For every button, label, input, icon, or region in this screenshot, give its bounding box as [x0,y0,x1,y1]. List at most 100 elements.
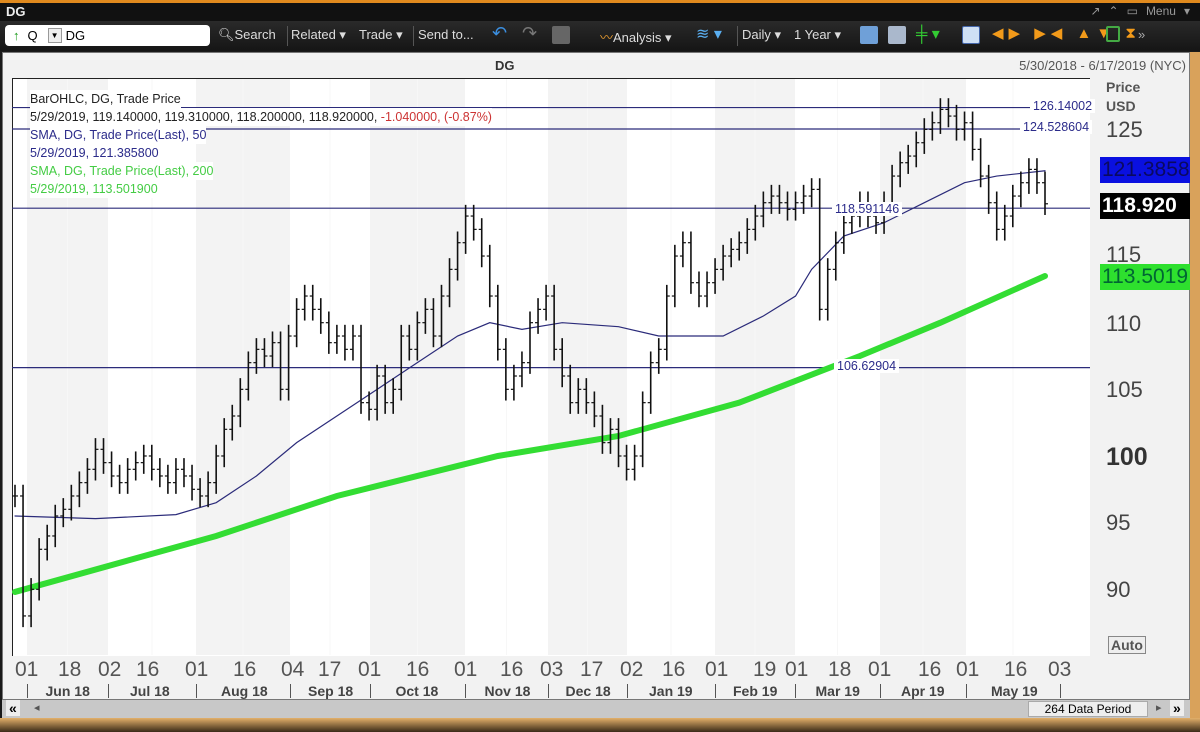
compare-chart-icon[interactable] [888,26,906,44]
date-range: 5/30/2018 - 6/17/2019 (NYC) [1019,58,1186,73]
arrow-up-icon: ↑ [13,28,20,43]
toolbar: ↑ Q ▼ DG 🔍︎Search Related ▾ Trade ▾ Send… [0,21,1200,51]
menu-button[interactable]: Menu [1146,4,1176,18]
ticker-dropdown[interactable]: ▼ [47,28,62,43]
month-separator [370,684,371,698]
auto-scale-button[interactable]: Auto [1108,636,1146,654]
legend-sma50-value: 5/29/2019, 121.385800 [30,144,159,162]
y-tick: 95 [1106,510,1131,535]
month-separator [465,684,466,698]
month-separator [795,684,796,698]
month-separator [196,684,197,698]
x-tick-day: 01 [358,658,382,681]
window-title: DG [6,4,26,19]
x-tick-month: Jan 19 [649,683,693,699]
scroll-start-button[interactable]: « [6,700,20,716]
select-icon[interactable] [1106,26,1120,42]
x-tick-day: 01 [705,658,729,681]
zoom-box-icon[interactable] [962,26,980,44]
x-tick-day: 01 [185,658,209,681]
collapse-icon[interactable]: ⌃ [1109,4,1119,18]
x-tick-day: 03 [540,658,564,681]
search-button[interactable]: 🔍︎Search [218,27,276,43]
x-tick-day: 18 [828,658,852,681]
month-separator [1060,684,1061,698]
x-tick-month: May 19 [991,683,1038,699]
month-separator [966,684,967,698]
x-tick-day: 01 [454,658,478,681]
chevron-down-icon[interactable]: ▾ [1184,4,1190,18]
x-tick-month: Mar 19 [815,683,860,699]
x-tick-day: 03 [1048,658,1072,681]
trade-menu[interactable]: Trade ▾ [359,27,403,43]
y-tick: 125 [1106,117,1143,142]
x-tick-day: 16 [233,658,257,681]
data-period-button[interactable]: 264 Data Period [1028,701,1148,717]
scroll-left-button[interactable]: ◂ [34,701,40,714]
y-tick: 105 [1106,377,1143,402]
sma200-price-tag: 113.5019 [1100,264,1190,290]
period-menu[interactable]: Daily ▾ [742,27,781,43]
x-tick-day: 16 [136,658,160,681]
chart-folder-icon[interactable] [552,26,570,44]
month-separator [627,684,628,698]
line-chart-icon[interactable] [860,26,878,44]
axis-label-currency: USD [1106,98,1136,114]
legend-bar-values: 5/29/2019, 119.140000, 119.310000, 118.2… [30,108,492,126]
scroll-end-button[interactable]: » [1170,700,1184,716]
scroll-right-button[interactable]: ▸ [1156,701,1162,714]
x-tick-day: 01 [956,658,980,681]
axis-label-price: Price [1106,79,1141,95]
month-separator [27,684,28,698]
window-titlebar: DG ↗ ⌃ ▭ Menu ▾ [0,0,1200,21]
x-tick-day: 02 [620,658,644,681]
x-tick-month: Nov 18 [484,683,531,699]
x-tick-day: 16 [1004,658,1028,681]
x-tick-day: 16 [500,658,524,681]
month-separator [880,684,881,698]
y-tick: 100 [1106,443,1148,471]
x-tick-month: Dec 18 [565,683,611,699]
month-separator [290,684,291,698]
undo-icon[interactable]: ↶ [492,23,507,44]
legend-sma200-value: 5/29/2019, 113.501900 [30,180,158,198]
legend-sma200-title: SMA, DG, Trade Price(Last), 200 [30,162,214,180]
related-menu[interactable]: Related ▾ [291,27,346,43]
studies-icon[interactable]: ≋ ▾ [696,24,722,44]
hline-label-126: 126.14002 [1030,99,1096,113]
x-tick-day: 04 [281,658,305,681]
crosshair-icon[interactable]: ╪ ▾ [916,24,940,44]
more-icon[interactable]: » [1138,27,1145,42]
x-tick-day: 01 [785,658,809,681]
x-tick-day: 16 [406,658,430,681]
x-tick-day: 16 [918,658,942,681]
last-price-tag: 118.920 [1100,193,1190,219]
time-scrollbar[interactable]: « ◂ 264 Data Period ▸ » [2,700,1190,718]
x-tick-month: Feb 19 [733,683,778,699]
y-tick: 110 [1106,311,1142,336]
analysis-icon: 〰 [600,30,614,45]
legend-sma50-title: SMA, DG, Trade Price(Last), 50 [30,126,207,144]
x-tick-day: 01 [868,658,892,681]
x-tick-day: 18 [58,658,82,681]
popout-icon[interactable]: ↗ [1090,4,1100,18]
y-tick: 90 [1106,577,1131,602]
send-to-menu[interactable]: Send to... [418,27,474,42]
analysis-menu[interactable]: 〰Analysis ▾ [600,27,672,46]
ticker-prefix: Q [27,28,38,43]
ticker-input[interactable]: ↑ Q ▼ DG [5,25,210,46]
x-tick-month: Jul 18 [130,683,170,699]
month-separator [715,684,716,698]
redo-icon[interactable]: ↷ [522,23,537,44]
x-tick-month: Sep 18 [308,683,354,699]
legend: BarOHLC, DG, Trade Price 5/29/2019, 119.… [30,90,492,198]
window-icon[interactable]: ▭ [1127,4,1138,18]
hline-label-118: 118.591146 [832,202,903,216]
x-tick-month: Aug 18 [221,683,268,699]
x-tick-day: 16 [662,658,686,681]
x-tick-month: Oct 18 [395,683,439,699]
chart-title: DG [495,58,515,73]
hline-label-124: 124.528604 [1020,120,1093,134]
legend-bar-title: BarOHLC, DG, Trade Price [30,90,181,108]
range-menu[interactable]: 1 Year ▾ [794,27,841,43]
